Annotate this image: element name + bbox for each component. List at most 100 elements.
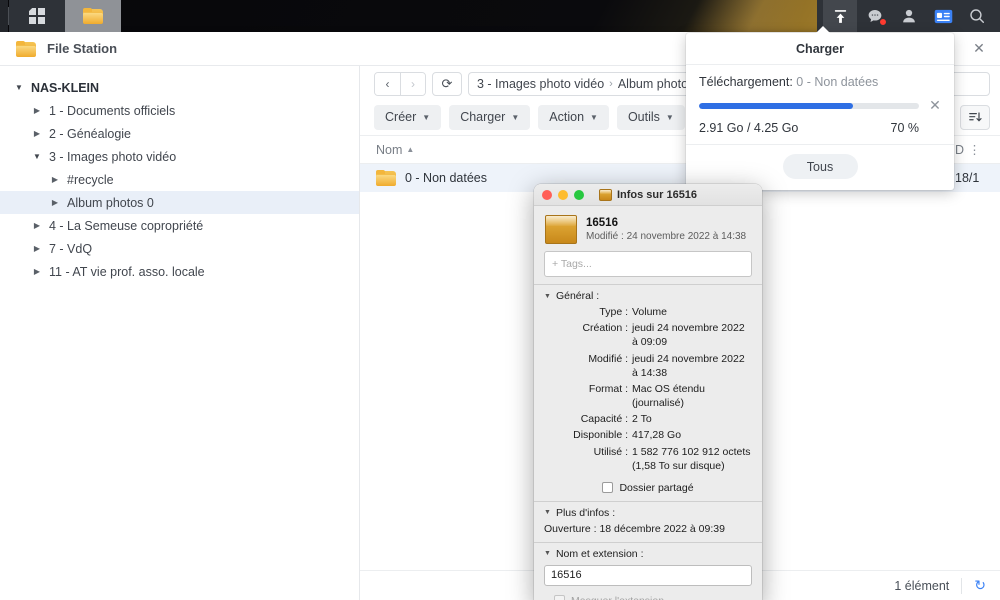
chevron-right-icon[interactable]: ▶ [30, 244, 44, 253]
info-field-row: Utilisé : 1 582 776 102 912 octets (1,58 … [544, 445, 752, 473]
sidebar-item-nas-klein[interactable]: ▼ NAS-KLEIN [0, 76, 359, 99]
more-info-section-header[interactable]: ▼ Plus d'infos : [544, 507, 752, 519]
chevron-right-icon[interactable]: ▶ [30, 106, 44, 115]
volume-icon [598, 188, 612, 201]
cancel-upload-button[interactable]: ✕ [929, 97, 941, 114]
upload-progress-bar [699, 102, 919, 109]
shared-folder-checkbox[interactable]: Dossier partagé [544, 482, 752, 494]
show-all-button[interactable]: Tous [782, 154, 858, 179]
info-field-key: Type : [599, 306, 628, 318]
name-extension-section-title: Nom et extension : [555, 547, 644, 560]
info-field-key: Utilisé : [593, 445, 628, 458]
sidebar-item-2-g-n-alogie[interactable]: ▶ 2 - Généalogie [0, 122, 359, 145]
status-divider [961, 577, 963, 594]
info-dialog-title: Infos sur 16516 [616, 188, 698, 201]
info-field-row: Capacité : 2 To [544, 412, 752, 426]
info-field-row: Format : Mac OS étendu (journalisé) [544, 382, 752, 410]
general-section-header[interactable]: ▼ Général : [544, 290, 752, 302]
download-target: 0 - Non datées [796, 75, 879, 89]
info-field-value: 417,28 Go [632, 429, 682, 442]
chevron-down-icon: ▼ [544, 550, 551, 558]
name-field[interactable]: 16516 [544, 564, 752, 586]
sidebar-item-3-images-photo-vid-o[interactable]: ▼ 3 - Images photo vidéo [0, 145, 359, 168]
info-field-row: Création : jeudi 24 novembre 2022 à 09:09 [544, 321, 752, 349]
back-button[interactable]: ‹ [375, 73, 400, 95]
sidebar-item-recycle[interactable]: ▶ #recycle [0, 168, 359, 191]
upload-icon[interactable] [823, 0, 857, 32]
general-section-title: Général : [555, 290, 600, 302]
nav-history-group: ‹ › [374, 72, 426, 96]
opened-date: Ouverture : 18 décembre 2022 à 09:39 [544, 522, 725, 535]
chevron-right-icon[interactable]: ▶ [30, 221, 44, 230]
taskbar-app-package-center[interactable] [9, 0, 65, 32]
hide-extension-label: Masquer l'extension [571, 595, 664, 600]
folder-icon [83, 8, 103, 24]
info-field-key: Création : [582, 322, 628, 335]
taskbar-edge [0, 0, 8, 32]
breadcrumb-segment[interactable]: 3 - Images photo vidéo [477, 77, 604, 91]
search-icon[interactable] [960, 0, 994, 32]
widgets-icon[interactable] [926, 0, 960, 32]
upload-percent: 70 % [890, 121, 920, 135]
close-button[interactable] [542, 189, 552, 200]
folder-icon [376, 170, 396, 186]
chevron-down-icon[interactable]: ▼ [30, 152, 44, 161]
chevron-down-icon: ▼ [665, 112, 674, 122]
upload-size-row: 2.91 Go / 4.25 Go 70 % [699, 121, 941, 135]
sidebar-item-label: 11 - AT vie prof. asso. locale [49, 264, 205, 279]
general-section: ▼ Général : Type : Volume Création : jeudi … [534, 284, 762, 501]
toolbar-button-charger[interactable]: Charger ▼ [449, 104, 531, 130]
taskbar-app-file-station[interactable] [65, 0, 121, 32]
sidebar-item-7-vdq[interactable]: ▶ 7 - VdQ [0, 237, 359, 260]
traffic-lights[interactable] [542, 189, 584, 200]
info-dialog-titlebar: Infos sur 16516 [534, 184, 762, 206]
info-field-key: Modifié : [588, 352, 628, 365]
status-refresh-icon[interactable]: ↻ [974, 577, 986, 594]
chevron-down-icon[interactable]: ▼ [12, 83, 26, 92]
sidebar-item-11-at-vie-prof-asso-locale[interactable]: ▶ 11 - AT vie prof. asso. locale [0, 260, 359, 283]
notification-badge [879, 18, 887, 26]
sidebar-item-label: 2 - Généalogie [49, 126, 132, 141]
column-header-name-label: Nom [376, 142, 403, 157]
chat-icon[interactable] [858, 0, 892, 32]
volume-icon-large [545, 215, 577, 244]
close-window-button[interactable]: ✕ [966, 36, 992, 62]
sidebar-item-4-la-semeuse-copropri-t[interactable]: ▶ 4 - La Semeuse copropriété [0, 214, 359, 237]
grid-icon [29, 8, 45, 24]
toolbar-button-cr-er[interactable]: Créer ▼ [374, 104, 442, 130]
sidebar-item-album-photos-0[interactable]: ▶ Album photos 0 [0, 191, 359, 214]
user-icon[interactable] [892, 0, 926, 32]
toolbar-buttons: Créer▼Charger▼Action▼Outils▼P [374, 104, 724, 130]
minimize-button[interactable] [558, 189, 568, 200]
chevron-right-icon[interactable]: ▶ [48, 175, 62, 184]
sidebar-item-label: #recycle [67, 172, 114, 187]
name-extension-section-header[interactable]: ▼ Nom et extension : [544, 548, 752, 560]
info-field-value: jeudi 24 novembre 2022 à 09:09 [632, 322, 745, 349]
hide-extension-checkbox[interactable]: Masquer l'extension [544, 595, 752, 600]
toolbar-button-outils[interactable]: Outils ▼ [616, 104, 685, 130]
info-field-key: Disponible : [573, 429, 628, 442]
toolbar-button-label: Charger [460, 110, 506, 124]
sidebar-item-label: 1 - Documents officiels [49, 103, 176, 118]
folder-icon [16, 40, 36, 57]
forward-button[interactable]: › [400, 73, 425, 95]
shared-folder-label: Dossier partagé [619, 481, 694, 494]
column-options-icon[interactable]: ⋮ [968, 142, 982, 157]
zoom-button[interactable] [574, 189, 584, 200]
taskbar-app-slots [0, 0, 121, 32]
info-dialog-content: 16516 Modifié : 24 novembre 2022 à 14:38… [534, 206, 762, 600]
toolbar-button-action[interactable]: Action ▼ [538, 104, 609, 130]
sort-descending-icon[interactable] [960, 104, 990, 130]
chevron-right-icon[interactable]: ▶ [48, 198, 62, 207]
tags-input[interactable]: + Tags... [544, 251, 752, 277]
folder-tree: ▼ NAS-KLEIN ▶ 1 - Documents officiels ▶ 2 - G… [0, 76, 359, 283]
sidebar-item-1-documents-officiels[interactable]: ▶ 1 - Documents officiels [0, 99, 359, 122]
refresh-button[interactable]: ⟳ [432, 72, 462, 96]
chevron-down-icon: ▼ [422, 112, 431, 122]
chevron-down-icon: ▼ [544, 509, 551, 517]
chevron-right-icon[interactable]: ▶ [30, 129, 44, 138]
info-field-value: 1 582 776 102 912 octets (1,58 To sur di… [632, 445, 751, 472]
sidebar-item-label: 4 - La Semeuse copropriété [49, 218, 204, 233]
chevron-right-icon[interactable]: ▶ [30, 267, 44, 276]
upload-task-label: Téléchargement: 0 - Non datées [699, 75, 941, 89]
